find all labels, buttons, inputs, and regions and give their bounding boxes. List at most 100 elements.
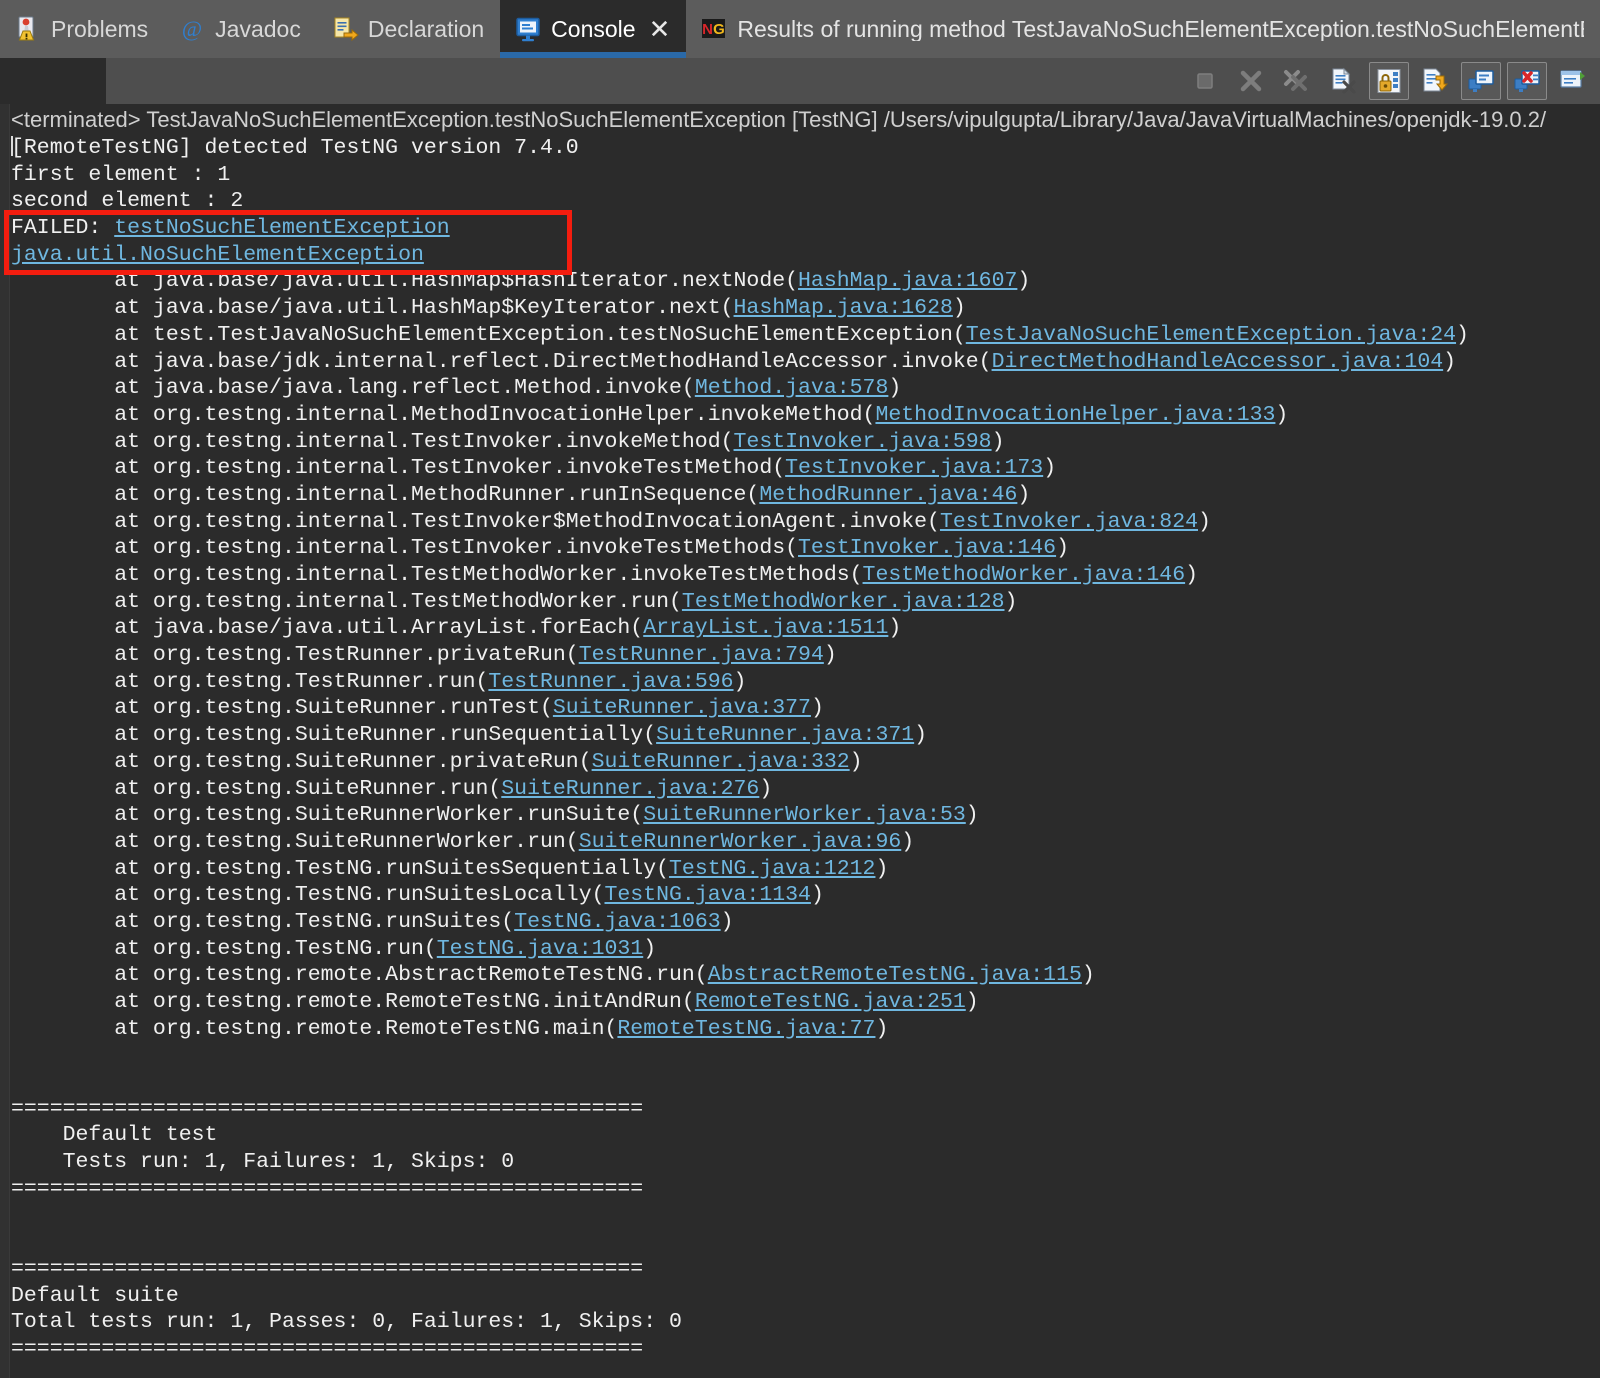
terminate-button[interactable] (1185, 62, 1225, 100)
declaration-icon (331, 15, 359, 43)
stack-trace-link[interactable]: TestInvoker.java:824 (940, 510, 1198, 534)
console-line: at org.testng.TestRunner.privateRun(Test… (11, 643, 837, 668)
console-line: at org.testng.TestNG.runSuitesLocally(Te… (11, 883, 824, 908)
console-monitor-icon (514, 15, 542, 43)
stack-trace-link[interactable]: TestNG.java:1031 (437, 937, 643, 961)
console-line: Tests run: 1, Failures: 1, Skips: 0 (11, 1150, 515, 1175)
stack-trace-link[interactable]: TestNG.java:1134 (605, 883, 811, 907)
stack-trace-link[interactable]: SuiteRunnerWorker.java:96 (579, 830, 902, 854)
stack-trace-link[interactable]: TestJavaNoSuchElementException.java:24 (966, 323, 1456, 347)
stack-trace-link[interactable]: TestInvoker.java:598 (734, 430, 992, 454)
launch-configuration-line: <terminated> TestJavaNoSuchElementExcept… (11, 107, 1547, 132)
stack-trace-link[interactable]: SuiteRunner.java:276 (501, 777, 759, 801)
word-wrap-button[interactable] (1415, 62, 1455, 100)
stack-trace-link[interactable]: ArrayList.java:1511 (643, 616, 888, 640)
console-line: at org.testng.SuiteRunner.runSequentiall… (11, 723, 928, 748)
console-line: Default suite (11, 1283, 179, 1308)
console-line: at org.testng.SuiteRunner.runTest(SuiteR… (11, 696, 824, 721)
stack-trace-link[interactable]: SuiteRunner.java:332 (592, 750, 850, 774)
stack-trace-link[interactable]: MethodRunner.java:46 (759, 483, 1017, 507)
tab-results-of-running-method[interactable]: N G Results of running method TestJavaNo… (686, 0, 1600, 58)
tab-problems[interactable]: Problems (0, 0, 164, 58)
word-wrap-icon (1421, 67, 1449, 95)
stack-trace-link[interactable]: TestMethodWorker.java:146 (863, 563, 1186, 587)
console-line: at test.TestJavaNoSuchElementException.t… (11, 322, 1469, 347)
tab-label: Results of running method TestJavaNoSuch… (737, 17, 1584, 41)
tab-console[interactable]: Console ✕ (500, 0, 687, 58)
stack-trace-link[interactable]: AbstractRemoteTestNG.java:115 (708, 963, 1082, 987)
console-line: java.util.NoSuchElementException (11, 242, 1600, 269)
remove-launch-button[interactable] (1231, 62, 1271, 100)
svg-text:@: @ (182, 16, 202, 41)
console-view[interactable]: <terminated> TestJavaNoSuchElementExcept… (0, 104, 1600, 1378)
stack-trace-link[interactable]: SuiteRunnerWorker.java:53 (643, 803, 966, 827)
stack-trace-link[interactable]: TestMethodWorker.java:128 (682, 590, 1005, 614)
open-console-button[interactable] (1553, 62, 1593, 100)
close-icon[interactable]: ✕ (649, 16, 671, 42)
console-line: at org.testng.internal.MethodRunner.runI… (11, 482, 1031, 507)
console-line: at java.base/java.util.ArrayList.forEach… (11, 616, 902, 641)
stack-trace-link[interactable]: HashMap.java:1607 (798, 269, 1017, 293)
stack-trace-link[interactable]: HashMap.java:1628 (734, 296, 953, 320)
stack-trace-link[interactable]: RemoteTestNG.java:251 (695, 990, 966, 1014)
show-console-on-output-button[interactable] (1461, 62, 1501, 100)
console-line: at java.base/java.lang.reflect.Method.in… (11, 376, 902, 401)
console-line: ========================================… (11, 1176, 644, 1201)
problems-warning-icon (14, 15, 42, 43)
scroll-lock-padlock-icon (1375, 67, 1403, 95)
console-line: at org.testng.internal.TestInvoker.invok… (11, 456, 1057, 481)
console-line: at org.testng.TestNG.runSuitesSequential… (11, 856, 889, 881)
stack-trace-link[interactable]: SuiteRunner.java:371 (656, 723, 914, 747)
console-gutter (0, 104, 10, 1378)
svg-text:G: G (714, 21, 726, 38)
console-line: ========================================… (11, 1256, 644, 1281)
stack-trace-link[interactable]: testNoSuchElementException (114, 216, 449, 240)
console-line: at org.testng.TestRunner.run(TestRunner.… (11, 669, 747, 694)
stack-trace-link[interactable]: TestInvoker.java:173 (785, 456, 1043, 480)
clear-console-icon (1329, 67, 1357, 95)
testng-icon: N G (700, 15, 728, 43)
stack-trace-link[interactable]: TestNG.java:1212 (669, 857, 875, 881)
console-line: at java.base/java.util.HashMap$HashItera… (11, 269, 1031, 294)
stack-trace-link[interactable]: java.util.NoSuchElementException (11, 243, 424, 267)
clear-console-button[interactable] (1323, 62, 1363, 100)
stack-trace-link[interactable]: TestRunner.java:794 (579, 643, 824, 667)
close-x-icon (1238, 68, 1264, 94)
console-line: at org.testng.TestNG.runSuites(TestNG.ja… (11, 909, 734, 934)
show-console-on-error-button[interactable] (1507, 62, 1547, 100)
console-line: Total tests run: 1, Passes: 0, Failures:… (11, 1310, 682, 1335)
text-caret (11, 136, 13, 156)
console-line: at org.testng.internal.TestInvoker$Metho… (11, 509, 1211, 534)
console-output[interactable]: [RemoteTestNG] detected TestNG version 7… (11, 135, 1600, 1378)
console-line: second element : 2 (11, 189, 244, 214)
console-line: at org.testng.internal.TestInvoker.invok… (11, 536, 1069, 561)
tab-declaration[interactable]: Declaration (317, 0, 500, 58)
console-line: [RemoteTestNG] detected TestNG version 7… (11, 136, 579, 160)
console-line: Default test (11, 1123, 218, 1148)
console-line: at org.testng.SuiteRunnerWorker.run(Suit… (11, 829, 915, 854)
stack-trace-link[interactable]: TestRunner.java:596 (488, 670, 733, 694)
close-all-xx-icon (1282, 68, 1312, 94)
console-line: at org.testng.internal.MethodInvocationH… (11, 402, 1289, 427)
stack-trace-link[interactable]: Method.java:578 (695, 376, 889, 400)
display-console-error-icon (1513, 67, 1541, 95)
stack-trace-link[interactable]: RemoteTestNG.java:77 (617, 1017, 875, 1041)
stack-trace-link[interactable]: SuiteRunner.java:377 (553, 696, 811, 720)
console-line: at org.testng.internal.TestMethodWorker.… (11, 563, 1199, 587)
console-line: at org.testng.SuiteRunner.run(SuiteRunne… (11, 776, 773, 801)
stack-trace-link[interactable]: MethodInvocationHelper.java:133 (875, 403, 1275, 427)
open-console-dropdown-icon (1559, 67, 1587, 95)
stack-trace-link[interactable]: DirectMethodHandleAccessor.java:104 (992, 350, 1444, 374)
scroll-lock-button[interactable] (1369, 62, 1409, 100)
stack-trace-link[interactable]: TestInvoker.java:146 (798, 536, 1056, 560)
console-line: at org.testng.remote.RemoteTestNG.initAn… (11, 990, 979, 1014)
tab-label: Declaration (367, 15, 485, 42)
remove-all-terminated-button[interactable] (1277, 62, 1317, 100)
console-line: at java.base/jdk.internal.reflect.Direct… (11, 349, 1457, 374)
tab-javadoc[interactable]: @ Javadoc (164, 0, 317, 58)
stack-trace-link[interactable]: TestNG.java:1063 (514, 910, 720, 934)
tab-label: Problems (51, 15, 149, 42)
